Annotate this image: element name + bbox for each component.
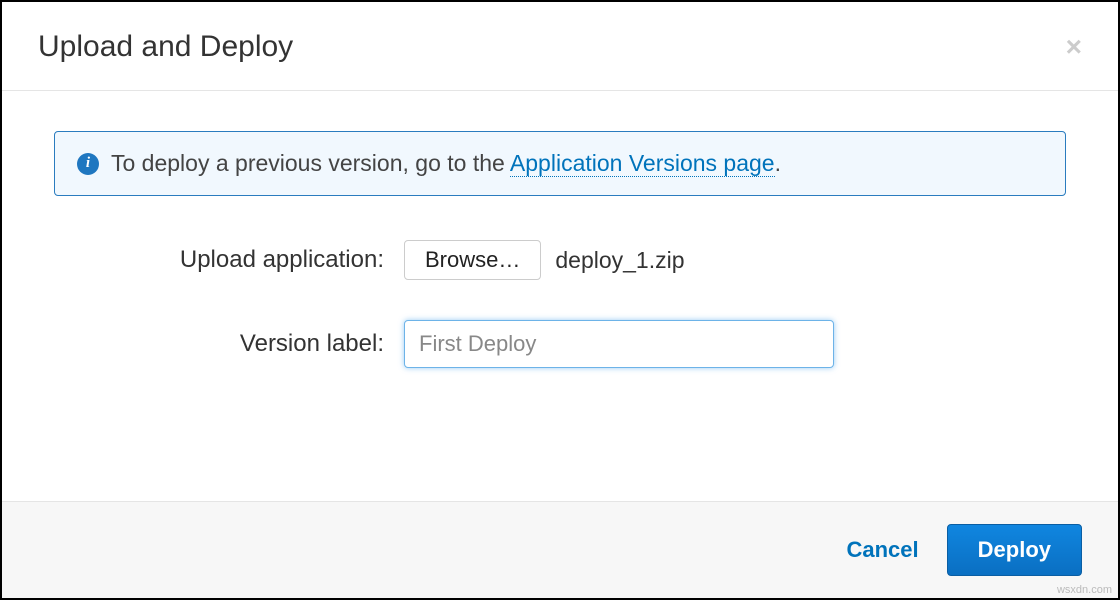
modal-body: i To deploy a previous version, go to th… (2, 91, 1118, 501)
version-label-row: Version label: (54, 320, 1066, 368)
info-icon: i (77, 153, 99, 175)
upload-application-control: Browse… deploy_1.zip (404, 240, 685, 280)
deploy-button[interactable]: Deploy (947, 524, 1082, 576)
version-label-control (404, 320, 834, 368)
modal-footer: Cancel Deploy (2, 501, 1118, 598)
alert-text-before: To deploy a previous version, go to the (111, 150, 510, 176)
form-area: Upload application: Browse… deploy_1.zip… (54, 240, 1066, 368)
selected-file-name: deploy_1.zip (555, 247, 684, 274)
application-versions-link[interactable]: Application Versions page (510, 150, 775, 177)
upload-application-label: Upload application: (54, 246, 404, 274)
info-alert: i To deploy a previous version, go to th… (54, 131, 1066, 196)
watermark: wsxdn.com (1057, 584, 1112, 596)
modal-header: Upload and Deploy × (2, 2, 1118, 91)
cancel-button[interactable]: Cancel (846, 537, 918, 563)
modal-title: Upload and Deploy (38, 30, 293, 64)
upload-deploy-modal: Upload and Deploy × i To deploy a previo… (2, 2, 1118, 598)
version-label-label: Version label: (54, 330, 404, 358)
alert-text-after: . (775, 150, 781, 176)
close-icon[interactable]: × (1066, 33, 1082, 61)
browse-button[interactable]: Browse… (404, 240, 541, 280)
alert-text: To deploy a previous version, go to the … (111, 150, 781, 177)
version-label-input[interactable] (404, 320, 834, 368)
upload-application-row: Upload application: Browse… deploy_1.zip (54, 240, 1066, 280)
